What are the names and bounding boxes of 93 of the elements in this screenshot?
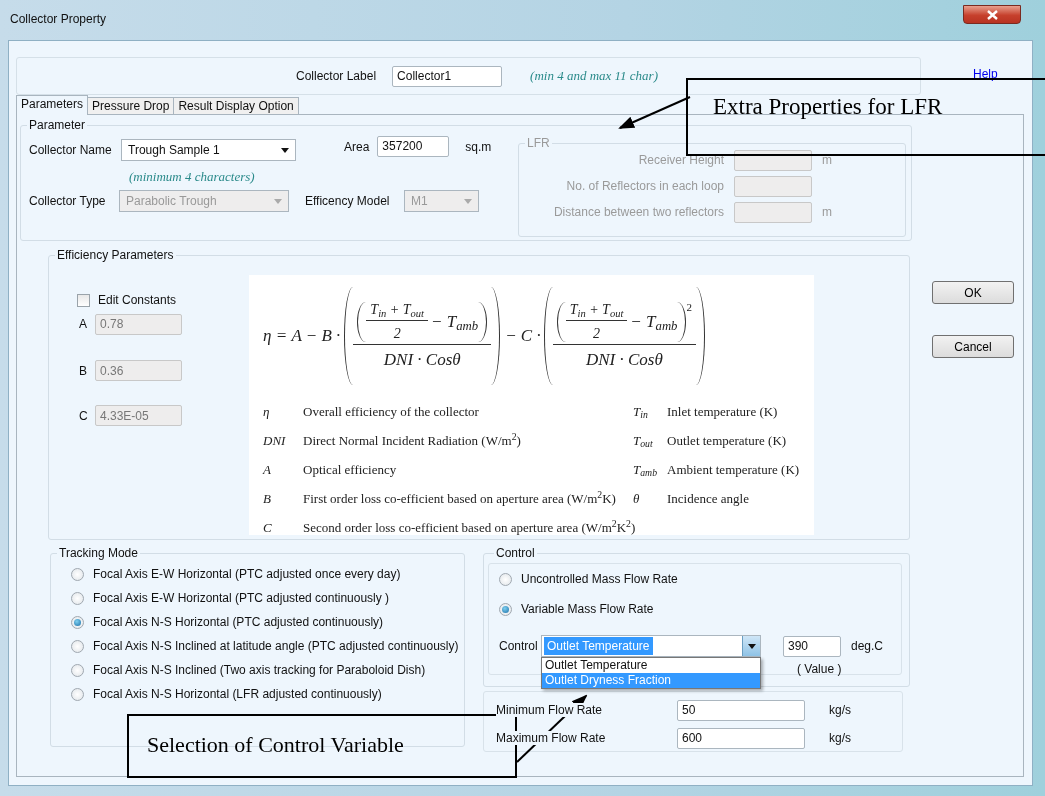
group-title: Parameter <box>28 119 87 131</box>
formula-text: T$_{in}$ + T$_{out}$ <box>370 301 424 321</box>
field-label: Distance between two reflectors <box>552 204 724 221</box>
symbol: C <box>263 518 273 537</box>
caption-text: ( Value ) <box>797 662 842 676</box>
symbol-description: Ambient temperature (K) <box>667 460 800 479</box>
collector-label-field[interactable]: Collector1 <box>392 65 503 87</box>
unit-label: deg.C <box>851 638 884 655</box>
dropdown-option[interactable]: Outlet Temperature <box>542 658 760 673</box>
symbol-description: Incidence angle <box>667 489 749 508</box>
tracking-option: Focal Axis E-W Horizontal (PTC adjusted once every day) <box>93 565 401 583</box>
flow-rate-field[interactable]: 50 <box>677 699 805 721</box>
formula-text: − T$_{amb}$ <box>430 311 479 335</box>
formula-text: DNI · Cosθ <box>383 349 461 372</box>
tab[interactable]: Result Display Option <box>173 97 299 115</box>
field-label: Area <box>344 139 370 156</box>
formula-text: T$_{in}$ + T$_{out}$ <box>569 301 624 321</box>
field-label: Collector Type <box>29 193 107 210</box>
field-label: Efficency Model <box>305 193 391 210</box>
symbol-description: Optical efficiency <box>303 460 397 479</box>
tracking-option: Focal Axis N-S Horizontal (LFR adjusted continuously) <box>93 685 382 703</box>
exponent: 2 <box>686 300 692 316</box>
constant-label: A <box>78 316 88 333</box>
caret-icon <box>281 147 289 153</box>
area-field[interactable]: 357200 <box>377 135 450 157</box>
formula-text: η = A − B · <box>263 325 341 348</box>
symbol: B <box>263 489 272 508</box>
radio-button[interactable] <box>499 602 512 616</box>
hint-text: (min 4 and max 11 char) <box>530 67 658 86</box>
control-mode-option: Variable Mass Flow Rate <box>521 600 654 618</box>
radio-button[interactable] <box>71 639 84 653</box>
control-mode-option: Uncontrolled Mass Flow Rate <box>521 570 678 588</box>
callout-box: Extra Properties for LFR <box>686 78 1045 156</box>
formula-text: − T$_{amb}$ <box>630 311 678 335</box>
field-label: Collector Name <box>29 142 113 159</box>
field-label: Minimum Flow Rate <box>496 703 605 717</box>
unit-label: sq.m <box>465 139 492 156</box>
symbol-description: Outlet temperature (K) <box>667 431 787 450</box>
unit-label: kg/s <box>829 730 851 747</box>
caret-icon <box>747 643 756 649</box>
dialog-button[interactable]: OK <box>932 281 1014 304</box>
radio-button[interactable] <box>71 663 84 677</box>
formula-text: 2 <box>393 325 401 344</box>
hint-text: (minimum 4 characters) <box>129 169 255 184</box>
unit-label: m <box>822 204 832 221</box>
constant-label: C <box>78 407 89 425</box>
formula-text: − C · <box>505 325 541 348</box>
group-title: Efficiency Parameters <box>56 249 175 261</box>
formula-text: DNI · Cosθ <box>585 349 663 372</box>
radio-button[interactable] <box>499 572 512 586</box>
symbol: θ <box>633 489 641 508</box>
tab[interactable]: Parameters <box>16 95 89 115</box>
symbol-description: Direct Normal Incident Radiation (W/m$^{2}$) <box>303 430 521 450</box>
dialog-button[interactable]: Cancel <box>932 335 1014 358</box>
caret-icon <box>274 198 282 204</box>
symbol: η <box>263 402 271 421</box>
tracking-option: Focal Axis E-W Horizontal (PTC adjusted continuously ) <box>93 589 390 607</box>
caret-icon <box>464 198 472 204</box>
symbol-description: First order loss co-efficient based on aperture area (W/m$^{2}$K) <box>303 488 616 508</box>
radio-button[interactable] <box>71 687 84 701</box>
close-icon <box>986 9 998 20</box>
tracking-option: Focal Axis N-S Inclined (Two axis tracking for Paraboloid Dish) <box>93 661 426 679</box>
collector-name-dropdown[interactable]: Trough Sample 1 <box>121 139 296 161</box>
checkbox[interactable] <box>77 293 90 307</box>
field-label: Control <box>499 638 539 655</box>
group-title: LFR <box>526 137 551 149</box>
tracking-option: Focal Axis N-S Horizontal (PTC adjusted continuously) <box>93 613 384 631</box>
checkbox-label: Edit Constants <box>98 292 177 309</box>
symbol-description: Inlet temperature (K) <box>667 402 778 421</box>
constant-label: B <box>78 362 88 380</box>
symbol: A <box>263 460 272 479</box>
formula-text: 2 <box>593 325 600 344</box>
symbol: T$_{in}$ <box>633 402 649 422</box>
radio-button[interactable] <box>71 615 84 629</box>
radio-button[interactable] <box>71 567 84 581</box>
symbol-description: Overall efficiency of the collector <box>303 402 479 421</box>
close-button[interactable] <box>963 5 1021 24</box>
window-title: Collector Property <box>10 11 107 28</box>
symbol: DNI <box>263 431 287 450</box>
symbol-description: Second order loss co-efficient based on aperture area (W/m$^{2}$K$^{2}$) <box>303 517 636 537</box>
symbol: T$_{out}$ <box>633 431 654 451</box>
symbol: T$_{amb}$ <box>633 460 659 480</box>
group-title: Tracking Mode <box>58 547 139 559</box>
field-label: Maximum Flow Rate <box>496 731 608 745</box>
field-label: Collector Label <box>296 68 377 85</box>
tab[interactable]: Pressure Drop <box>87 97 175 115</box>
flow-rate-field[interactable]: 600 <box>677 727 805 749</box>
tracking-option: Focal Axis N-S Inclined at latitude angle (PTC adjusted continuously) <box>93 637 459 655</box>
unit-label: kg/s <box>829 702 851 719</box>
setpoint-field[interactable]: 390 <box>783 635 841 657</box>
group-title: Control <box>495 547 536 559</box>
field-label: No. of Reflectors in each loop <box>565 178 724 195</box>
radio-button[interactable] <box>71 591 84 605</box>
